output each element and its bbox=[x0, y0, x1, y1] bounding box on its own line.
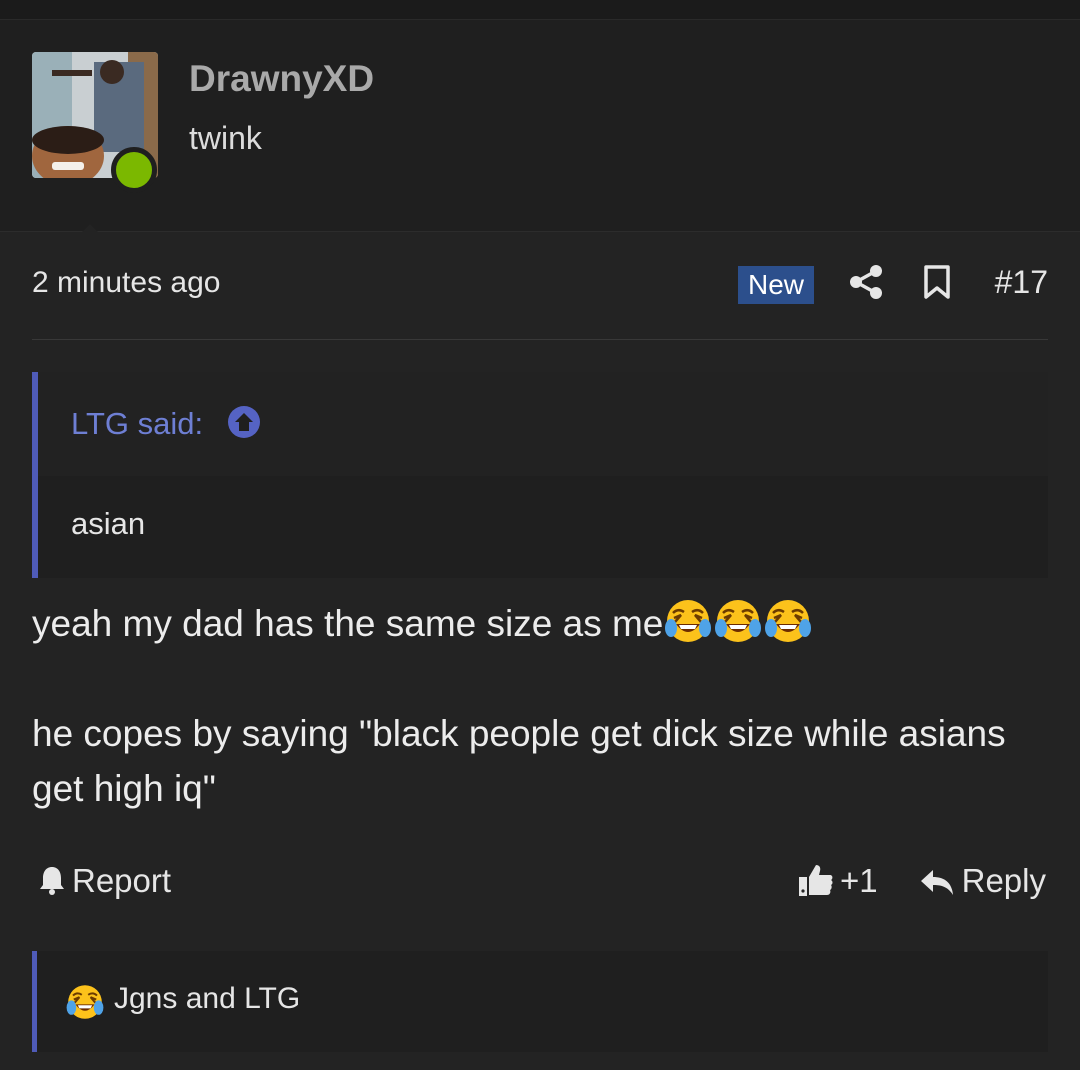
like-button[interactable]: +1 bbox=[798, 862, 878, 900]
top-bar bbox=[0, 0, 1080, 20]
user-title: twink bbox=[189, 120, 262, 156]
laughing-crying-emoji-icon bbox=[65, 982, 105, 1022]
laughing-crying-emoji-icon bbox=[713, 596, 763, 646]
reply-arrow-icon bbox=[920, 870, 953, 895]
post-timestamp[interactable]: 2 minutes ago bbox=[32, 266, 220, 300]
online-status-indicator bbox=[111, 147, 157, 193]
reply-button[interactable]: Reply bbox=[920, 862, 1046, 900]
like-count: +1 bbox=[840, 862, 878, 899]
new-badge: New bbox=[738, 266, 815, 304]
message-text: he copes by saying "black people get dic… bbox=[32, 713, 1006, 809]
meta-divider bbox=[32, 339, 1048, 340]
message-line: he copes by saying "black people get dic… bbox=[32, 706, 1048, 816]
message-text: yeah my dad has the same size as me bbox=[32, 603, 664, 644]
username[interactable]: DrawnyXD bbox=[189, 58, 374, 100]
report-label: Report bbox=[72, 862, 172, 899]
quote-header[interactable]: LTG said: bbox=[38, 372, 1048, 476]
reactions-bar[interactable]: Jgns and LTG bbox=[32, 951, 1048, 1052]
post-number[interactable]: #17 bbox=[995, 264, 1048, 301]
quote-author[interactable]: LTG said: bbox=[71, 406, 203, 442]
laughing-crying-emoji-icon bbox=[763, 596, 813, 646]
quote-block: LTG said: asian bbox=[32, 372, 1048, 578]
post-meta: 2 minutes ago New #17 bbox=[32, 262, 1048, 308]
bell-icon bbox=[40, 867, 64, 895]
bookmark-icon[interactable] bbox=[920, 264, 954, 300]
quote-text: asian bbox=[71, 506, 146, 541]
reactions-list[interactable]: Jgns and LTG bbox=[114, 982, 300, 1016]
user-header: DrawnyXD twink bbox=[0, 20, 1080, 252]
thumbs-up-icon bbox=[799, 865, 833, 896]
report-button[interactable]: Report bbox=[38, 862, 171, 900]
share-icon[interactable] bbox=[849, 264, 883, 300]
message-body: yeah my dad has the same size as me he c… bbox=[32, 596, 1048, 816]
message-line: yeah my dad has the same size as me bbox=[32, 596, 1048, 651]
post: 2 minutes ago New #17 LTG said: asian ye… bbox=[0, 232, 1080, 1070]
laughing-crying-emoji-icon bbox=[663, 596, 713, 646]
arrow-up-circle-icon[interactable] bbox=[227, 405, 261, 439]
reply-label: Reply bbox=[961, 862, 1046, 899]
post-actions: Report +1 Reply bbox=[32, 858, 1048, 908]
